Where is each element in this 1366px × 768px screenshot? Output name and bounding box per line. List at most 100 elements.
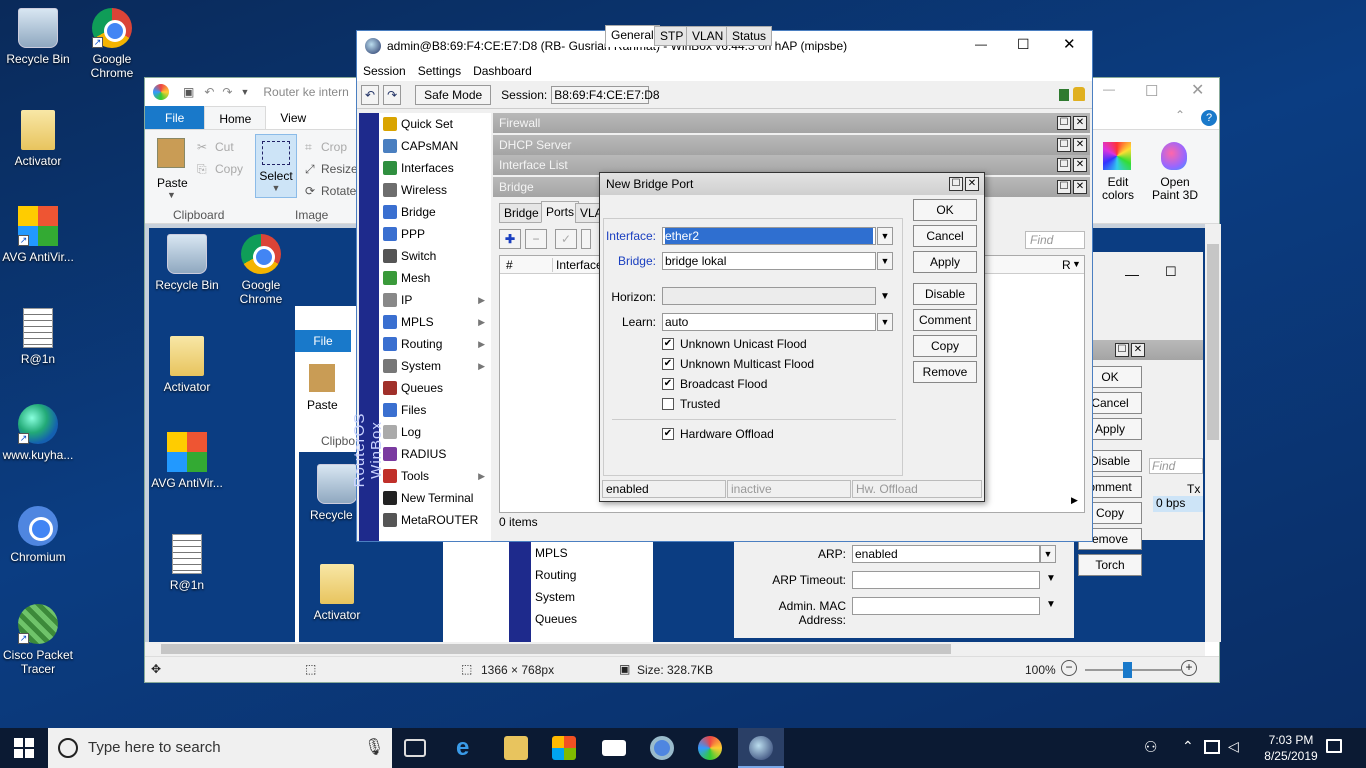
paint-hscroll[interactable] <box>145 642 1205 656</box>
bg-torch-button[interactable]: Torch <box>1078 554 1142 576</box>
comment-button[interactable]: Comment <box>913 309 977 331</box>
ok-button[interactable]: OK <box>913 199 977 221</box>
menu-dashboard[interactable]: Dashboard <box>467 64 538 78</box>
desktop-icon-cisco[interactable]: ↗ Cisco Packet Tracer <box>0 604 76 676</box>
desktop-icon-kuyhaa[interactable]: ↗ www.kuyha... <box>0 404 76 462</box>
sidebar-item-capsman[interactable]: CAPsMAN <box>381 135 491 157</box>
file-explorer-icon[interactable] <box>504 736 528 760</box>
remove-button[interactable]: Remove <box>913 361 977 383</box>
paint-maximize-icon[interactable]: ☐ <box>1145 82 1158 100</box>
sidebar-item-ppp[interactable]: PPP <box>381 223 491 245</box>
rotate-button[interactable]: Rotate <box>321 184 356 198</box>
unknown-unicast-flood-checkbox[interactable]: ✔ Unknown Unicast Flood <box>662 337 807 351</box>
desktop-icon-recycle-bin[interactable]: Recycle Bin <box>0 8 76 66</box>
apply-button[interactable]: Apply <box>913 251 977 273</box>
help-icon[interactable]: ? <box>1201 110 1217 126</box>
winbox-taskbar-button[interactable] <box>738 728 784 768</box>
scroll-right-icon[interactable]: ▶ <box>1071 495 1078 506</box>
redo-button[interactable]: ↷ <box>383 84 402 105</box>
network-icon[interactable] <box>1204 740 1220 754</box>
menu-session[interactable]: Session <box>357 64 412 78</box>
paint-vscroll[interactable] <box>1205 224 1221 642</box>
paste-button[interactable]: Paste <box>157 176 188 190</box>
horizon-input[interactable] <box>662 287 876 305</box>
admin-mac-input[interactable] <box>852 597 1040 615</box>
paint3d-icon[interactable] <box>1161 142 1187 170</box>
tab-stp[interactable]: STP <box>654 26 690 46</box>
task-view-icon[interactable] <box>404 739 426 757</box>
arp-dropdown-icon[interactable]: ▼ <box>1040 545 1056 563</box>
sidebar-item-metarouter[interactable]: MetaROUTER <box>381 509 491 531</box>
winbox-close-icon[interactable]: ✕ <box>1063 35 1076 53</box>
broadcast-flood-checkbox[interactable]: ✔ Broadcast Flood <box>662 377 767 391</box>
sidebar-item-interfaces[interactable]: Interfaces <box>381 157 491 179</box>
zoom-in-button[interactable]: + <box>1181 660 1197 676</box>
edge-icon[interactable]: e <box>456 736 480 760</box>
chromium-taskbar-icon[interactable] <box>650 736 674 760</box>
action-center-icon[interactable] <box>1326 739 1342 753</box>
undo-icon[interactable]: ↶ <box>204 85 214 99</box>
taskbar-search[interactable]: Type here to search 🎙 <box>48 728 392 768</box>
panel-max-icon[interactable]: ☐ <box>1057 116 1071 130</box>
edit-colors-icon[interactable] <box>1103 142 1131 170</box>
sidebar-item-files[interactable]: Files <box>381 399 491 421</box>
save-icon[interactable]: ▣ <box>183 85 194 99</box>
people-icon[interactable]: ⚇ <box>1144 738 1157 756</box>
desktop-icon-avg[interactable]: ↗ AVG AntiVir... <box>0 206 76 264</box>
remove-port-button[interactable]: − <box>525 229 547 249</box>
winbox-maximize-icon[interactable]: ☐ <box>1017 36 1030 53</box>
select-button[interactable]: Select ▼ <box>255 134 297 198</box>
tab-file[interactable]: File <box>145 106 205 129</box>
copy-button[interactable]: Copy <box>215 162 243 176</box>
paint-taskbar-icon[interactable] <box>698 736 722 760</box>
panel-max-icon[interactable]: ☐ <box>1057 158 1071 172</box>
paint-hscroll-thumb[interactable] <box>161 644 951 654</box>
sidebar-item-queues[interactable]: Queues <box>381 377 491 399</box>
session-value[interactable]: B8:69:F4:CE:E7:D8 <box>551 85 660 104</box>
bg-dialog-close-icon[interactable]: ✕ <box>1131 343 1145 357</box>
tab-status[interactable]: Status <box>726 26 773 46</box>
bridge-select[interactable]: bridge lokal <box>662 252 876 270</box>
safe-mode-button[interactable]: Safe Mode <box>415 84 492 105</box>
sidebar-item-ip[interactable]: IP ▶ <box>381 289 491 311</box>
tab-home[interactable]: Home <box>204 106 267 129</box>
arp-timeout-dropdown-icon[interactable]: ▼ <box>1046 573 1056 584</box>
interface-dropdown-icon[interactable]: ▼ <box>877 227 893 245</box>
enable-port-button[interactable]: ✓ <box>555 229 577 249</box>
panel-firewall[interactable]: Firewall ☐ ✕ <box>493 113 1090 133</box>
store-icon[interactable] <box>552 736 576 760</box>
tab-vlan[interactable]: VLAN <box>686 26 730 46</box>
disable-button[interactable]: Disable <box>913 283 977 305</box>
tab-general[interactable]: General <box>605 25 660 47</box>
panel-close-icon[interactable]: ✕ <box>1073 158 1087 172</box>
learn-dropdown-icon[interactable]: ▼ <box>877 313 893 331</box>
find-input[interactable]: Find <box>1025 231 1085 249</box>
dialog-max-icon[interactable]: ☐ <box>949 177 963 191</box>
col-r[interactable]: R <box>1062 258 1071 272</box>
sidebar-item-tools[interactable]: Tools ▶ <box>381 465 491 487</box>
zoom-slider-track[interactable] <box>1085 669 1181 671</box>
bg-find-input[interactable]: Find <box>1149 458 1203 474</box>
bg-maximize-icon[interactable]: ☐ <box>1165 264 1177 280</box>
copy-button[interactable]: Copy <box>913 335 977 357</box>
ribbon-collapse-icon[interactable]: ⌃ <box>1175 108 1185 122</box>
menu-settings[interactable]: Settings <box>412 64 467 78</box>
panel-close-icon[interactable]: ✕ <box>1073 138 1087 152</box>
paste-dropdown-icon[interactable]: ▼ <box>167 190 176 200</box>
sidebar-item-mesh[interactable]: Mesh <box>381 267 491 289</box>
edit-colors-button[interactable]: Edit colors <box>1091 176 1145 202</box>
learn-select[interactable]: auto <box>662 313 876 331</box>
sidebar-item-bridge[interactable]: Bridge <box>381 201 491 223</box>
arp-select[interactable]: enabled <box>852 545 1040 563</box>
start-icon[interactable] <box>14 738 34 758</box>
tab-view[interactable]: View <box>266 106 320 129</box>
hardware-offload-checkbox[interactable]: ✔ Hardware Offload <box>662 427 774 441</box>
panel-dhcp-server[interactable]: DHCP Server ☐ ✕ <box>493 135 1090 155</box>
desktop-icon-activator[interactable]: Activator <box>0 110 76 168</box>
columns-dropdown-icon[interactable]: ▼ <box>1072 259 1081 269</box>
bg-minimize-icon[interactable]: — <box>1125 266 1139 282</box>
sidebar-item-routing[interactable]: Routing ▶ <box>381 333 491 355</box>
disable-port-button[interactable] <box>581 229 591 249</box>
col-interface[interactable]: Interface <box>552 258 603 272</box>
quick-access-dropdown-icon[interactable]: ▼ <box>240 87 249 97</box>
